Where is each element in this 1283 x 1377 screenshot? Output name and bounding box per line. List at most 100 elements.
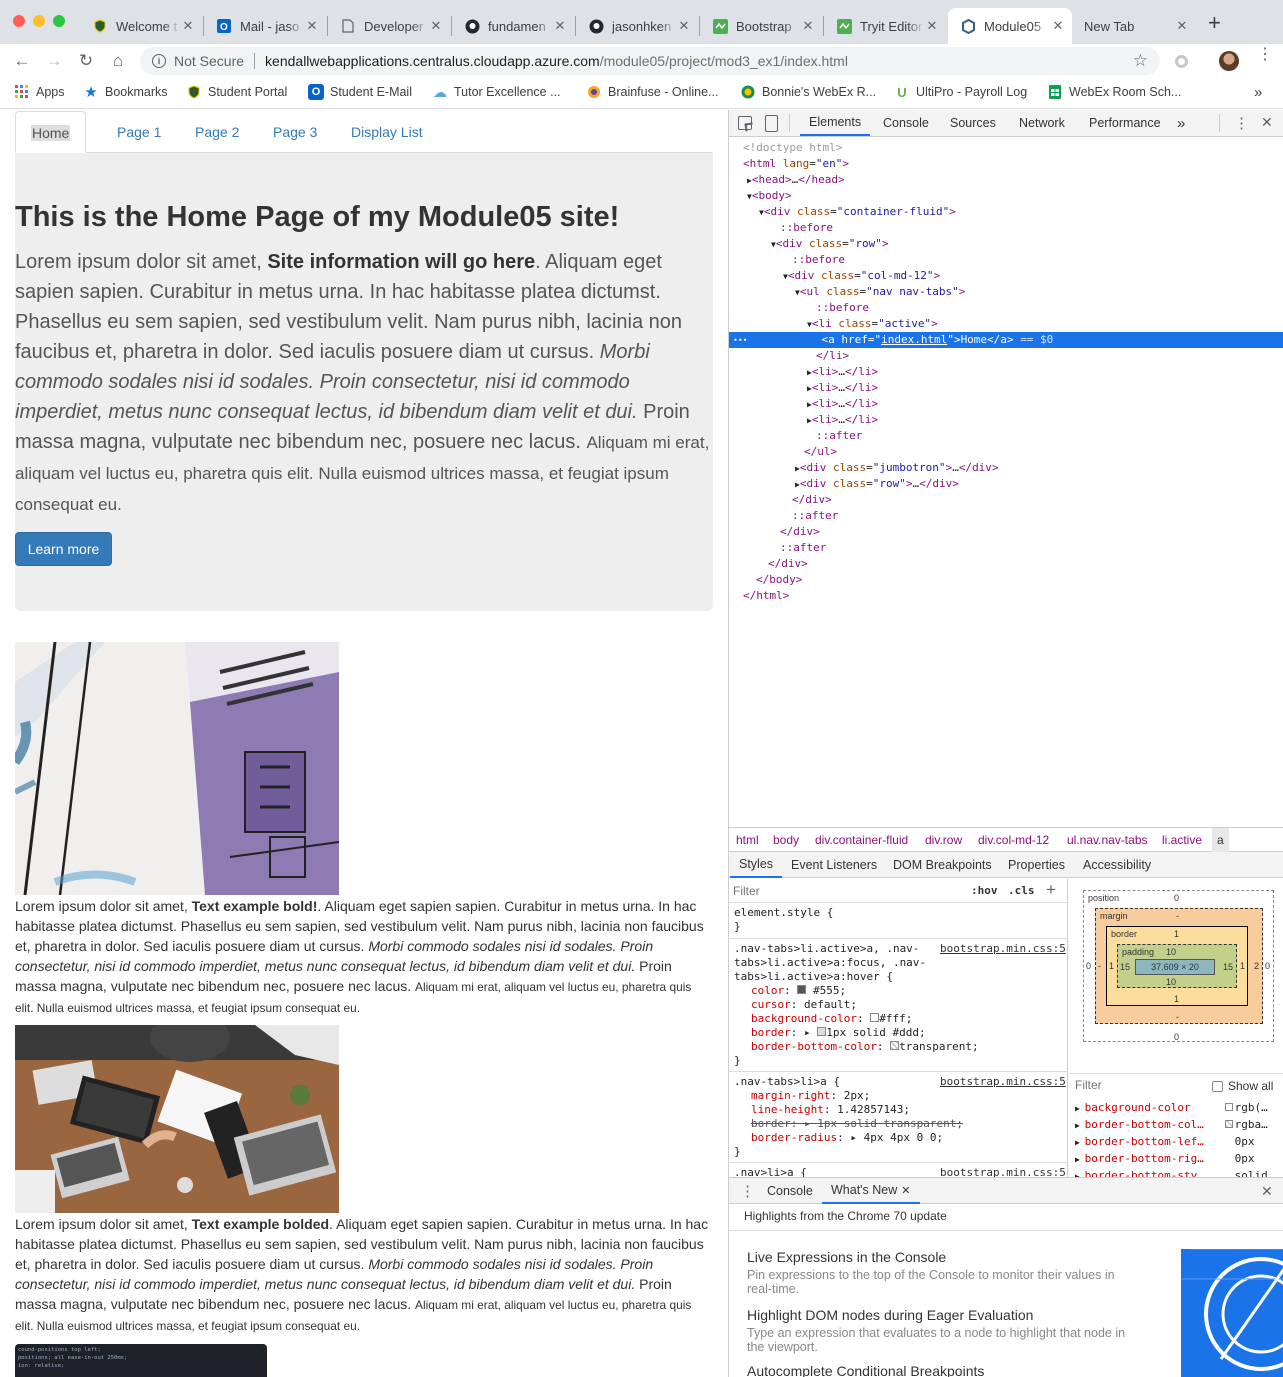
dom-node[interactable]: ▶<head>…</head> [729, 172, 1283, 188]
dom-node[interactable]: ::before [729, 220, 1283, 236]
drawer-tab-whats-new[interactable]: What's New ✕ [822, 1178, 920, 1204]
more-tabs-chevron-icon[interactable]: » [1168, 110, 1194, 136]
dom-node[interactable]: <html lang="en"> [729, 156, 1283, 172]
breadcrumb-item[interactable]: div.container-fluid [815, 828, 908, 852]
dom-node[interactable]: </ul> [729, 444, 1283, 460]
dom-node[interactable]: ▼<div class="row"> [729, 236, 1283, 252]
subtab-dom-breakpoints[interactable]: DOM Breakpoints [884, 852, 1001, 878]
subtab-event-listeners[interactable]: Event Listeners [782, 852, 886, 878]
back-arrow-icon[interactable]: ← [11, 50, 33, 72]
maximize-window-button[interactable] [53, 15, 65, 27]
star-icon[interactable]: ☆ [1133, 51, 1148, 71]
whats-new-item[interactable]: Live Expressions in the Console Pin expr… [747, 1249, 1127, 1296]
extension-icon[interactable] [1175, 55, 1188, 68]
home-icon[interactable]: ⌂ [107, 50, 129, 72]
hov-toggle[interactable]: :hov [971, 884, 998, 897]
dom-node[interactable]: </html> [729, 588, 1283, 604]
styles-filter-input[interactable] [733, 882, 961, 900]
dom-node[interactable]: ▼<body> [729, 188, 1283, 204]
dom-node[interactable]: ▼<ul class="nav nav-tabs"> [729, 284, 1283, 300]
dom-node[interactable]: ▼<div class="container-fluid"> [729, 204, 1283, 220]
browser-tab-active[interactable]: Module05 ✕ [948, 8, 1072, 44]
drawer-tab-console[interactable]: Console [758, 1178, 822, 1204]
dom-node[interactable]: ::after [729, 428, 1283, 444]
close-icon[interactable]: ✕ [800, 18, 816, 34]
breadcrumb-item[interactable]: ul.nav.nav-tabs [1067, 828, 1148, 852]
inspect-element-icon[interactable] [738, 116, 754, 132]
close-drawer-icon[interactable]: ✕ [1261, 1183, 1273, 1200]
settings-dots-icon[interactable]: ⋮ [1234, 114, 1249, 132]
info-icon[interactable]: i [152, 54, 166, 68]
cls-toggle[interactable]: .cls [1008, 884, 1035, 897]
dom-node[interactable]: </div> [729, 524, 1283, 540]
css-source-link[interactable]: bootstrap.min.css:5 [940, 1166, 1066, 1177]
bookmark-item[interactable]: WebEx Room Sch... [1047, 84, 1181, 100]
dom-node[interactable]: ▼<li class="active"> [729, 316, 1283, 332]
bookmark-item[interactable]: U UltiPro - Payroll Log [894, 84, 1027, 100]
close-icon[interactable]: ✕ [180, 18, 196, 34]
css-rule-selector[interactable]: .nav>li>a { [734, 1166, 807, 1177]
close-window-button[interactable] [13, 15, 25, 27]
dom-node[interactable]: ▶<li>…</li> [729, 380, 1283, 396]
bookmarks-overflow[interactable]: » [1254, 84, 1262, 101]
nav-tab-page1[interactable]: Page 1 [102, 111, 176, 153]
forward-arrow-icon[interactable]: → [43, 50, 65, 72]
show-all-checkbox[interactable]: Show all [1212, 1079, 1273, 1093]
breadcrumb-item[interactable]: html [736, 828, 759, 852]
computed-row[interactable]: ▶ border-bottom-rig… 0px [1075, 1151, 1283, 1168]
dom-node[interactable]: </body> [729, 572, 1283, 588]
bookmark-item[interactable]: ☁ Tutor Excellence ... [432, 84, 561, 100]
close-icon[interactable]: ✕ [1174, 18, 1190, 34]
element-style-rule[interactable]: element.style {} [734, 906, 833, 934]
dom-node[interactable]: ::before [729, 300, 1283, 316]
nav-tab-page2[interactable]: Page 2 [180, 111, 254, 153]
browser-tab[interactable]: Tryit Editor ✕ [824, 8, 946, 44]
dom-node[interactable]: </div> [729, 492, 1283, 508]
whats-new-item[interactable]: Highlight DOM nodes during Eager Evaluat… [747, 1307, 1127, 1354]
close-icon[interactable]: ✕ [1050, 18, 1066, 34]
learn-more-button[interactable]: Learn more [15, 532, 112, 566]
close-icon[interactable]: ✕ [304, 18, 320, 34]
dom-node[interactable]: <!doctype html> [729, 140, 1283, 156]
computed-row[interactable]: ▶ background-color rgb(… [1075, 1100, 1283, 1117]
bookmark-item[interactable]: Bonnie's WebEx R... [740, 84, 876, 100]
bookmark-item[interactable]: O Student E-Mail [308, 84, 412, 100]
breadcrumb-item[interactable]: div.row [925, 828, 962, 852]
browser-tab[interactable]: Welcome t ✕ [80, 8, 202, 44]
computed-row[interactable]: ▶ border-bottom-lef… 0px [1075, 1134, 1283, 1151]
address-bar[interactable]: i Not Secure kendallwebapplications.cent… [140, 47, 1160, 75]
close-devtools-icon[interactable]: ✕ [1261, 114, 1273, 131]
dom-node[interactable]: ▶<li>…</li> [729, 396, 1283, 412]
browser-tab[interactable]: Developer ✕ [328, 8, 450, 44]
subtab-styles[interactable]: Styles [730, 852, 783, 878]
dom-node[interactable]: ::before [729, 252, 1283, 268]
subtab-accessibility[interactable]: Accessibility [1074, 852, 1160, 878]
close-icon[interactable]: ✕ [924, 18, 940, 34]
close-icon[interactable]: ✕ [552, 18, 568, 34]
tab-sources[interactable]: Sources [941, 110, 1005, 136]
dom-node-selected[interactable]: ••• <a href="index.html">Home</a> == $0 [729, 332, 1283, 348]
dom-node[interactable]: ▼<div class="col-md-12"> [729, 268, 1283, 284]
minimize-window-button[interactable] [33, 15, 45, 27]
dom-node[interactable]: ▶<div class="row">…</div> [729, 476, 1283, 492]
css-source-link[interactable]: bootstrap.min.css:5 [940, 942, 1066, 955]
reload-icon[interactable]: ↻ [75, 50, 97, 72]
whats-new-item[interactable]: Autocomplete Conditional Breakpoints [747, 1363, 1127, 1377]
dom-node[interactable]: </li> [729, 348, 1283, 364]
browser-tab[interactable]: O Mail - jaso ✕ [204, 8, 326, 44]
breadcrumb-item-active[interactable]: a [1212, 828, 1229, 852]
browser-tab[interactable]: jasonhken ✕ [576, 8, 698, 44]
breadcrumb-item[interactable]: div.col-md-12 [978, 828, 1049, 852]
tab-network[interactable]: Network [1010, 110, 1074, 136]
nav-tab-page3[interactable]: Page 3 [258, 111, 332, 153]
computed-row[interactable]: ▶ border-bottom-col… rgba… [1075, 1117, 1283, 1134]
nav-tab-display-list[interactable]: Display List [336, 111, 438, 153]
tab-elements[interactable]: Elements [800, 110, 871, 136]
dom-node[interactable]: ::after [729, 508, 1283, 524]
bookmark-apps[interactable]: Apps [14, 84, 65, 100]
browser-tab[interactable]: Bootstrap ✕ [700, 8, 822, 44]
css-rule-selector[interactable]: .nav-tabs>li>a { [734, 1075, 840, 1089]
avatar[interactable] [1219, 51, 1239, 71]
breadcrumb-item[interactable]: li.active [1162, 828, 1202, 852]
close-icon[interactable]: ✕ [428, 18, 444, 34]
